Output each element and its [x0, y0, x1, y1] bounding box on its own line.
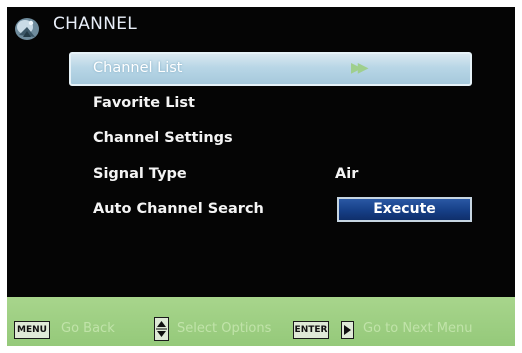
enter-key: ENTER: [293, 321, 329, 339]
page-title: CHANNEL: [53, 14, 138, 34]
channel-menu-panel: CHANNEL Channel List ▶▶ Favorite List Ch…: [7, 7, 515, 346]
menu-item-favorite-list[interactable]: Favorite List: [69, 87, 472, 121]
go-next-menu-hint: Go to Next Menu: [363, 321, 473, 336]
menu-item-label: Auto Channel Search: [93, 201, 264, 217]
menu-header: CHANNEL: [7, 7, 515, 47]
menu-item-label: Channel List: [93, 60, 183, 76]
menu-item-label: Channel Settings: [93, 130, 233, 146]
menu-item-channel-settings[interactable]: Channel Settings: [69, 122, 472, 156]
menu-item-signal-type[interactable]: Signal Type Air: [69, 158, 472, 192]
menu-item-label: Favorite List: [93, 95, 195, 111]
menu-item-label: Signal Type: [93, 166, 187, 182]
satellite-dish-icon: [15, 18, 39, 40]
right-arrow-icon: [341, 321, 354, 339]
menu-key: MENU: [14, 321, 50, 339]
select-options-hint: Select Options: [177, 321, 272, 336]
menu-item-channel-list[interactable]: Channel List ▶▶: [69, 52, 472, 86]
menu-item-auto-channel-search[interactable]: Auto Channel Search Execute: [69, 193, 472, 227]
up-down-arrow-icon: [154, 317, 169, 341]
signal-type-value: Air: [335, 166, 359, 182]
help-bar: MENU Go Back Select Options ENTER Go to …: [7, 297, 515, 346]
double-arrow-icon: ▶▶: [351, 60, 368, 76]
execute-button[interactable]: Execute: [337, 197, 472, 222]
go-back-hint: Go Back: [61, 321, 115, 336]
tv-screen: CHANNEL Channel List ▶▶ Favorite List Ch…: [0, 0, 522, 353]
